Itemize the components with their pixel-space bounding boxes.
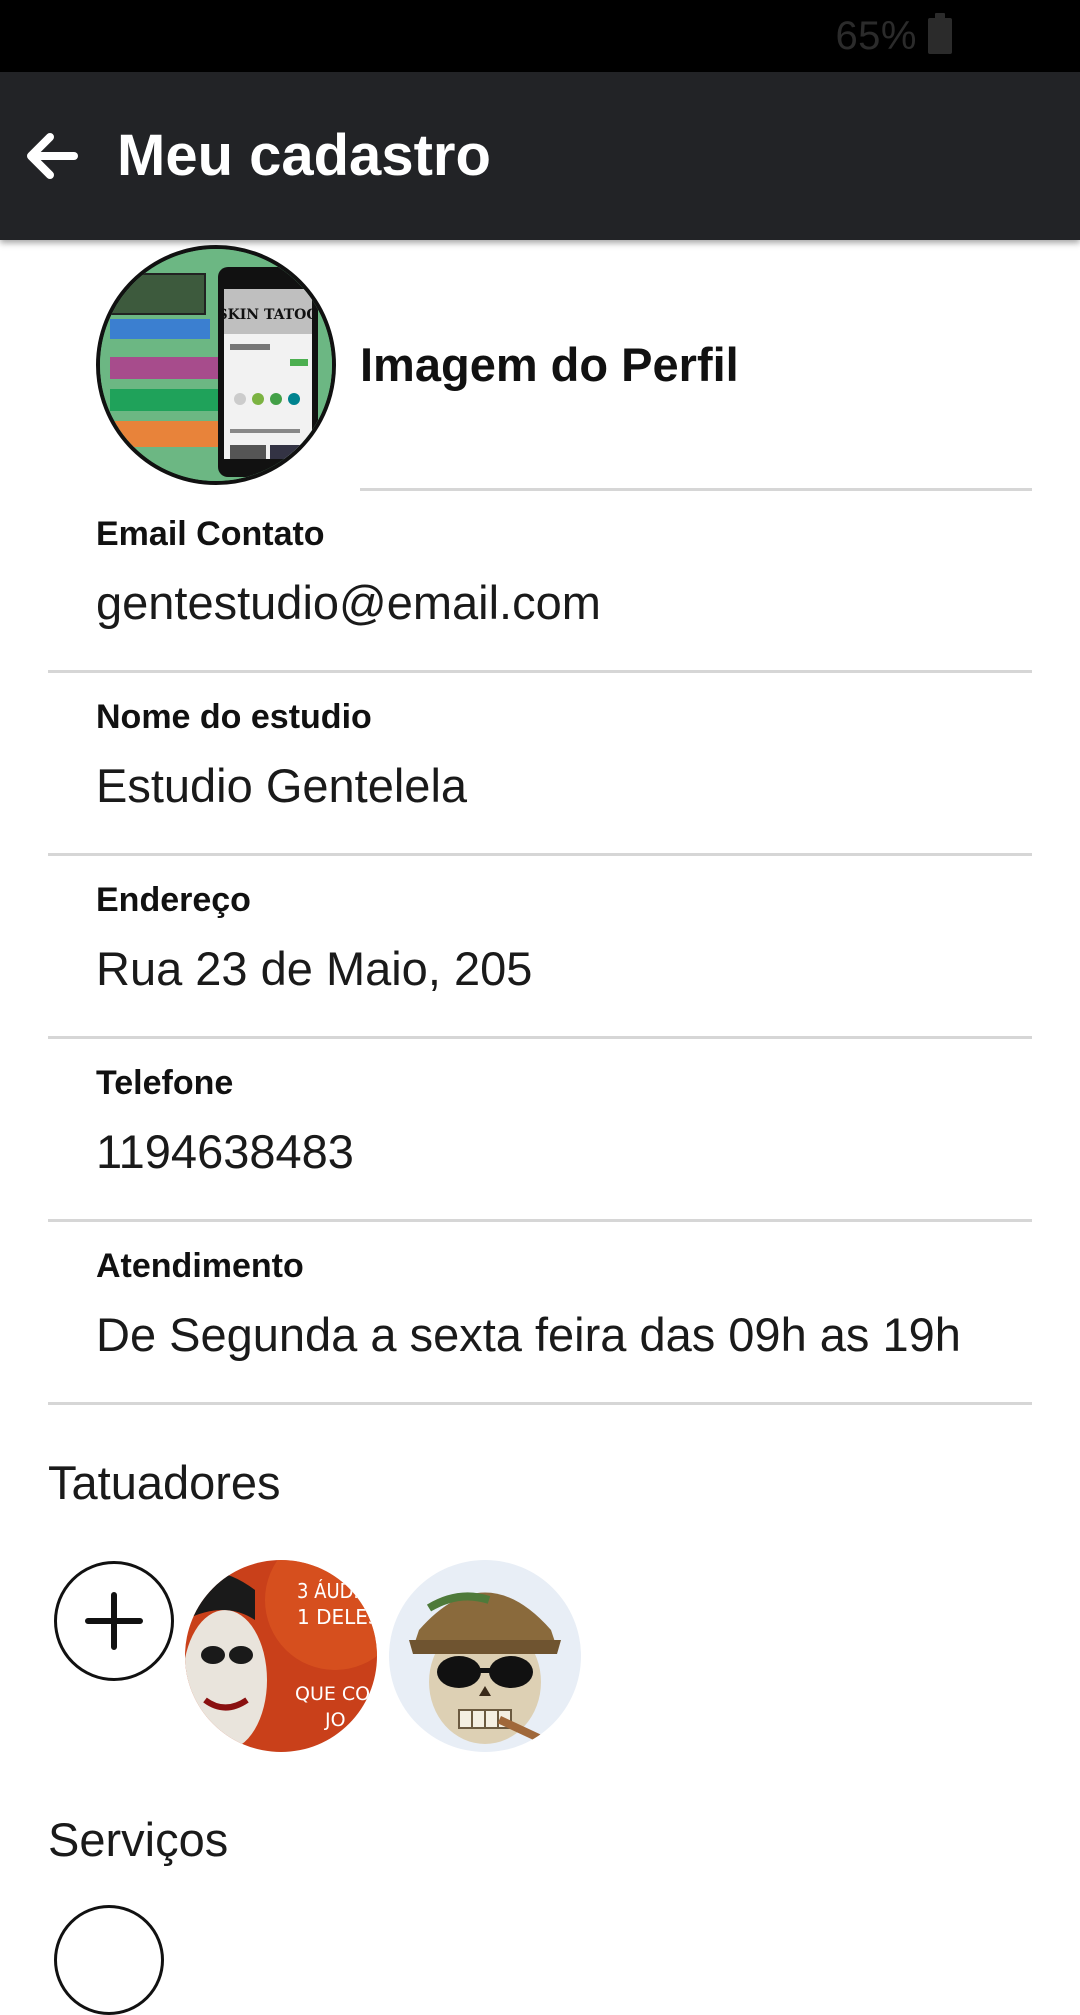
email-field[interactable]: Email Contato gentestudio@email.com bbox=[48, 490, 1032, 673]
add-artist-button[interactable] bbox=[54, 1561, 174, 1681]
studio-name-label: Nome do estudio bbox=[96, 698, 372, 736]
email-input[interactable]: gentestudio@email.com bbox=[96, 575, 601, 630]
address-label: Endereço bbox=[96, 881, 251, 919]
battery-icon bbox=[928, 13, 952, 54]
arrow-left-icon bbox=[27, 133, 78, 179]
artist-avatar-1[interactable]: 3 ÁUDIOS 1 DELES É O QUE COMEC JO bbox=[185, 1560, 377, 1752]
artist-avatar-1-text-3: QUE COMEC bbox=[295, 1683, 377, 1705]
profile-image[interactable]: SKIN TATOO bbox=[96, 245, 336, 485]
studio-name-field[interactable]: Nome do estudio Estudio Gentelela bbox=[48, 673, 1032, 856]
back-button[interactable] bbox=[14, 118, 90, 194]
hours-input[interactable]: De Segunda a sexta feira das 09h as 19h bbox=[96, 1307, 961, 1362]
email-label: Email Contato bbox=[96, 515, 325, 553]
add-service-button[interactable] bbox=[54, 1905, 164, 2015]
phone-label: Telefone bbox=[96, 1064, 234, 1102]
profile-image-art: SKIN TATOO bbox=[100, 249, 332, 481]
page-title: Meu cadastro bbox=[117, 123, 491, 188]
phone-field[interactable]: Telefone 1194638483 bbox=[48, 1039, 1032, 1222]
battery-percentage: 65% bbox=[835, 14, 917, 58]
address-field[interactable]: Endereço Rua 23 de Maio, 205 bbox=[48, 856, 1032, 1039]
artist-avatar-1-text-2: 1 DELES É O bbox=[297, 1605, 377, 1629]
studio-name-input[interactable]: Estudio Gentelela bbox=[96, 758, 467, 813]
app-bar: Meu cadastro bbox=[0, 72, 1080, 240]
servicos-section-title: Serviços bbox=[48, 1813, 229, 1866]
artist-avatar-1-text-1: 3 ÁUDIOS bbox=[297, 1579, 377, 1603]
artist-avatar-2[interactable] bbox=[389, 1560, 581, 1752]
hours-field[interactable]: Atendimento De Segunda a sexta feira das… bbox=[48, 1222, 1032, 1405]
hours-label: Atendimento bbox=[96, 1247, 304, 1285]
address-input[interactable]: Rua 23 de Maio, 205 bbox=[96, 941, 532, 996]
status-bar: 65% bbox=[0, 0, 1080, 72]
skull-icon bbox=[389, 1560, 581, 1752]
tatuadores-section-title: Tatuadores bbox=[48, 1456, 281, 1509]
profile-image-label: Imagem do Perfil bbox=[360, 338, 739, 391]
artist-avatar-1-text-4: JO bbox=[324, 1709, 346, 1731]
profile-image-text: SKIN TATOO bbox=[217, 307, 318, 323]
phone-input[interactable]: 1194638483 bbox=[96, 1124, 354, 1179]
artist-avatar-1-art: 3 ÁUDIOS 1 DELES É O QUE COMEC JO bbox=[185, 1560, 377, 1752]
plus-icon bbox=[85, 1592, 143, 1650]
